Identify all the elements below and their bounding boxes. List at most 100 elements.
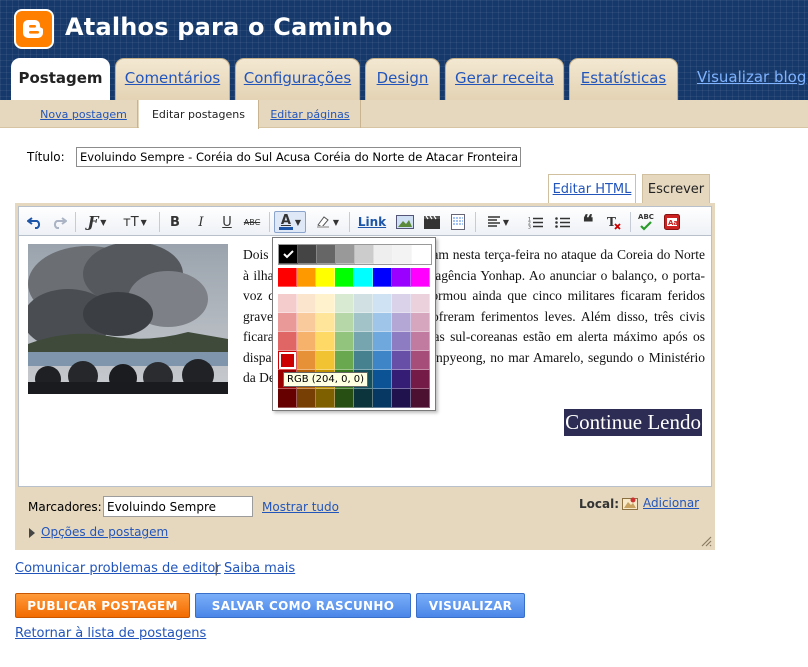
post-options-link[interactable]: Opções de postagem: [41, 525, 168, 539]
color-swatch[interactable]: [335, 313, 354, 332]
image-icon[interactable]: [394, 211, 416, 233]
color-swatch[interactable]: [393, 245, 412, 264]
color-swatch[interactable]: [297, 294, 316, 313]
numbered-list-icon[interactable]: 123: [524, 211, 546, 233]
color-swatch[interactable]: [336, 245, 355, 264]
underline-button[interactable]: U: [217, 211, 237, 233]
color-swatch[interactable]: [354, 294, 373, 313]
tab-estatisticas[interactable]: Estatísticas: [569, 58, 678, 100]
color-swatch[interactable]: [317, 245, 336, 264]
color-swatch[interactable]: [411, 351, 430, 370]
color-swatch[interactable]: [278, 313, 297, 332]
align-dropdown[interactable]: ▼: [481, 211, 515, 233]
color-swatch[interactable]: [392, 268, 411, 287]
post-title-input[interactable]: [76, 147, 521, 167]
color-swatch[interactable]: [373, 268, 392, 287]
color-swatch[interactable]: [411, 332, 430, 351]
bold-button[interactable]: B: [165, 211, 185, 233]
publish-post-button[interactable]: PUBLICAR POSTAGEM: [15, 593, 190, 618]
color-swatch[interactable]: [335, 389, 354, 408]
color-swatch[interactable]: [374, 245, 393, 264]
color-swatch[interactable]: [335, 294, 354, 313]
return-to-posts-link[interactable]: Retornar à lista de postagens: [15, 626, 206, 641]
color-swatch[interactable]: [373, 313, 392, 332]
color-swatch[interactable]: [278, 294, 297, 313]
preview-button[interactable]: VISUALIZAR: [416, 593, 525, 618]
color-swatch[interactable]: [316, 332, 335, 351]
spellcheck-icon[interactable]: ABC: [635, 211, 657, 233]
tab-edit-html[interactable]: Editar HTML: [548, 174, 636, 204]
post-image[interactable]: [28, 244, 228, 394]
tab-configuracoes[interactable]: Configurações: [235, 58, 360, 100]
color-swatch[interactable]: [278, 351, 297, 370]
tab-comentarios[interactable]: Comentários: [115, 58, 230, 100]
color-swatch[interactable]: [373, 332, 392, 351]
highlight-color-dropdown[interactable]: ▼: [311, 211, 343, 233]
color-swatch[interactable]: [411, 268, 430, 287]
tab-design[interactable]: Design: [365, 58, 440, 100]
color-swatch[interactable]: [278, 268, 297, 287]
color-swatch[interactable]: [297, 389, 316, 408]
color-swatch[interactable]: [297, 332, 316, 351]
subnav-edit-posts[interactable]: Editar postagens: [139, 100, 259, 129]
show-all-labels-link[interactable]: Mostrar tudo: [262, 500, 339, 514]
quote-icon[interactable]: ❝: [577, 211, 599, 233]
location-add-link[interactable]: Adicionar: [643, 496, 699, 510]
video-icon[interactable]: [421, 211, 443, 233]
color-swatch[interactable]: [335, 268, 354, 287]
color-swatch[interactable]: [411, 313, 430, 332]
save-draft-button[interactable]: SALVAR COMO RASCUNHO: [195, 593, 411, 618]
color-swatch[interactable]: [316, 313, 335, 332]
tab-compose[interactable]: Escrever: [642, 174, 710, 204]
color-swatch[interactable]: [316, 389, 335, 408]
color-swatch[interactable]: [392, 351, 411, 370]
color-swatch[interactable]: [373, 370, 392, 389]
color-swatch[interactable]: [411, 389, 430, 408]
strikethrough-button[interactable]: ABC: [241, 211, 263, 233]
color-swatch[interactable]: [392, 313, 411, 332]
color-swatch[interactable]: [316, 351, 335, 370]
color-swatch[interactable]: [279, 245, 298, 264]
color-swatch[interactable]: [316, 268, 335, 287]
color-swatch[interactable]: [335, 351, 354, 370]
blogger-logo-icon[interactable]: [14, 9, 54, 49]
color-swatch[interactable]: [354, 268, 373, 287]
subnav-edit-pages[interactable]: Editar páginas: [260, 100, 361, 128]
color-swatch[interactable]: [411, 294, 430, 313]
labels-input[interactable]: [103, 496, 253, 517]
italic-button[interactable]: I: [191, 211, 211, 233]
undo-icon[interactable]: [25, 211, 45, 233]
color-swatch[interactable]: [354, 332, 373, 351]
color-swatch[interactable]: [354, 351, 373, 370]
color-swatch[interactable]: [355, 245, 374, 264]
color-swatch[interactable]: [392, 389, 411, 408]
color-swatch[interactable]: [297, 313, 316, 332]
transliterate-icon[interactable]: Aa: [661, 211, 683, 233]
text-color-dropdown[interactable]: A ▼: [274, 211, 306, 233]
redo-icon[interactable]: [49, 211, 69, 233]
color-swatch[interactable]: [278, 389, 297, 408]
bullet-list-icon[interactable]: [551, 211, 573, 233]
expand-arrow-icon[interactable]: [29, 528, 35, 538]
color-swatch[interactable]: [412, 245, 431, 264]
resize-grip-icon[interactable]: [699, 534, 712, 550]
remove-format-icon[interactable]: T: [603, 211, 625, 233]
learn-more-link[interactable]: Saiba mais: [224, 561, 295, 576]
link-button[interactable]: Link: [355, 211, 389, 233]
color-swatch[interactable]: [354, 389, 373, 408]
jump-break-icon[interactable]: [447, 211, 469, 233]
color-swatch[interactable]: [297, 268, 316, 287]
continue-reading-label[interactable]: Continue Lendo: [564, 409, 702, 436]
report-editor-problems-link[interactable]: Comunicar problemas de editor: [15, 561, 221, 576]
color-swatch[interactable]: [297, 351, 316, 370]
color-swatch[interactable]: [392, 370, 411, 389]
font-family-dropdown[interactable]: Ƒ ▼: [81, 211, 113, 233]
color-swatch[interactable]: [354, 313, 373, 332]
color-swatch[interactable]: [392, 332, 411, 351]
color-swatch[interactable]: [373, 351, 392, 370]
tab-postagem[interactable]: Postagem: [11, 58, 110, 102]
color-swatch[interactable]: [316, 294, 335, 313]
tab-gerar-receita[interactable]: Gerar receita: [445, 58, 564, 100]
font-size-dropdown[interactable]: тT ▼: [117, 211, 153, 233]
color-swatch[interactable]: [298, 245, 317, 264]
